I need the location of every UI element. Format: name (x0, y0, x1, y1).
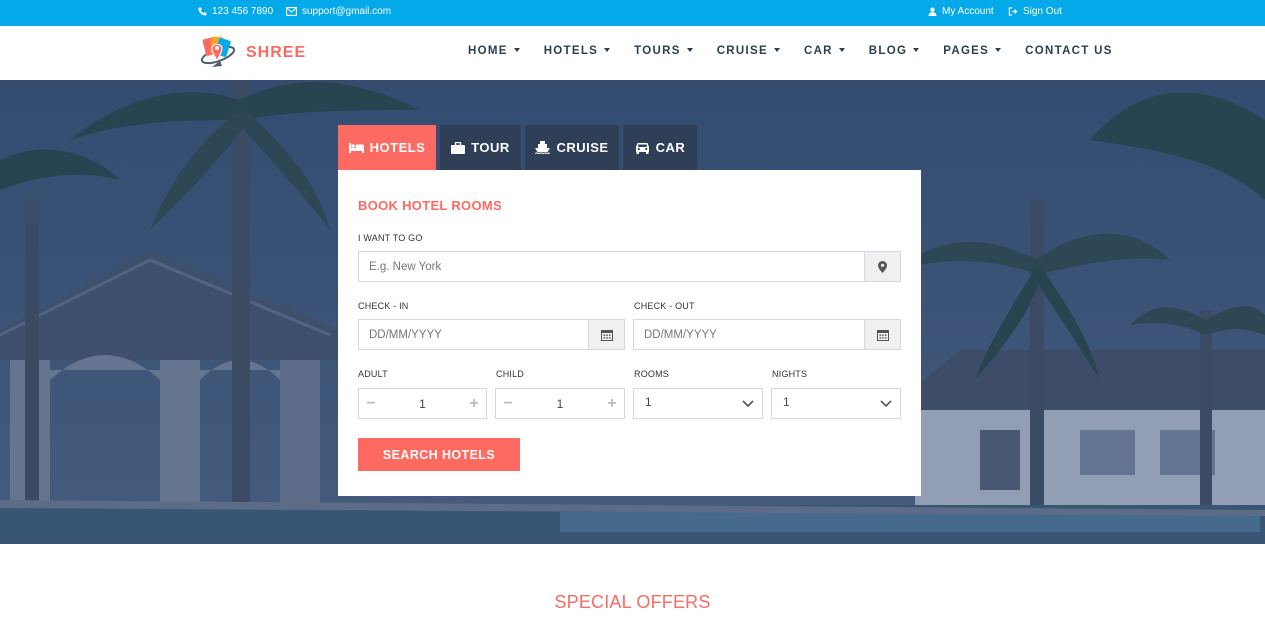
caret-down-icon (686, 48, 693, 52)
checkin-label: CHECK - IN (358, 301, 409, 311)
top-bar: 123 456 7890 support@gmail.com My Accoun… (0, 0, 1265, 26)
chevron-down-icon (880, 400, 892, 408)
nav-hotels-label: HOTELS (543, 45, 599, 57)
tab-hotels[interactable]: HOTELS (338, 125, 436, 178)
nav-car[interactable]: CAR (804, 45, 845, 57)
nights-label: NIGHTS (772, 369, 808, 379)
nav-home[interactable]: HOME (468, 45, 520, 57)
brand-logo-icon (200, 36, 236, 67)
site-header: SHREE HOME HOTELS TOURS CRUISE CAR BLOG … (0, 26, 1265, 80)
nav-tours-label: TOURS (634, 45, 681, 57)
child-stepper[interactable]: − 1 + (495, 388, 625, 419)
destination-placeholder: E.g. New York (369, 261, 442, 273)
caret-down-icon (513, 48, 520, 52)
checkin-input[interactable]: DD/MM/YYYY (358, 319, 625, 350)
tab-tour-label: TOUR (471, 140, 510, 155)
envelope-icon (286, 7, 297, 16)
caret-down-icon (913, 48, 920, 52)
user-icon (928, 7, 937, 16)
tab-tour[interactable]: TOUR (440, 125, 521, 170)
bed-icon (348, 143, 364, 153)
phone-number: 123 456 7890 (212, 6, 274, 17)
nav-car-label: CAR (803, 45, 833, 57)
car-icon (635, 142, 649, 154)
tab-cruise[interactable]: CRUISE (525, 125, 619, 170)
rooms-select[interactable]: 1 (633, 388, 763, 419)
child-label: CHILD (496, 369, 525, 379)
nav-blog[interactable]: BLOG (868, 45, 920, 57)
checkout-label: CHECK - OUT (634, 301, 695, 311)
form-title: BOOK HOTEL ROOMS (358, 198, 502, 213)
tab-hotels-label: HOTELS (369, 140, 426, 155)
calendar-icon[interactable] (588, 320, 624, 349)
nights-value: 1 (783, 395, 790, 409)
phone-icon (198, 7, 207, 16)
my-account-label: My Account (942, 6, 994, 17)
destination-input[interactable]: E.g. New York (358, 251, 901, 282)
sign-out-label: Sign Out (1023, 6, 1062, 17)
plus-icon[interactable]: + (600, 389, 624, 418)
destination-label: I WANT TO GO (358, 233, 423, 243)
nav-hotels[interactable]: HOTELS (543, 45, 611, 57)
chevron-down-icon (742, 400, 754, 408)
special-offers-heading: SPECIAL OFFERS (554, 592, 711, 612)
adult-label: ADULT (358, 369, 388, 379)
nav-pages-label: PAGES (943, 45, 990, 57)
tab-car-label: CAR (655, 140, 686, 155)
checkout-input[interactable]: DD/MM/YYYY (633, 319, 901, 350)
checkout-placeholder: DD/MM/YYYY (644, 329, 717, 341)
phone-contact[interactable]: 123 456 7890 (198, 6, 273, 17)
nav-tours[interactable]: TOURS (634, 45, 693, 57)
brand-name: SHREE (246, 44, 307, 61)
nav-cruise-label: CRUISE (716, 45, 768, 57)
rooms-label: ROOMS (634, 369, 670, 379)
checkin-placeholder: DD/MM/YYYY (369, 329, 442, 341)
nav-pages[interactable]: PAGES (943, 45, 1002, 57)
caret-down-icon (773, 48, 780, 52)
caret-down-icon (604, 48, 611, 52)
nights-select[interactable]: 1 (771, 388, 901, 419)
search-hotels-button[interactable]: SEARCH HOTELS (358, 438, 520, 471)
my-account-link[interactable]: My Account (928, 6, 994, 17)
hotel-search-form: BOOK HOTEL ROOMS I WANT TO GO E.g. New Y… (338, 170, 921, 496)
nav-cruise[interactable]: CRUISE (717, 45, 780, 57)
nav-contact[interactable]: CONTACT US (1025, 45, 1113, 57)
plus-icon[interactable]: + (462, 389, 486, 418)
nav-contact-label: CONTACT US (1025, 45, 1113, 57)
caret-down-icon (995, 48, 1002, 52)
rooms-value: 1 (645, 395, 652, 409)
main-nav: HOME HOTELS TOURS CRUISE CAR BLOG PAGES … (468, 45, 1113, 57)
email-address: support@gmail.com (302, 6, 392, 17)
caret-down-icon (838, 48, 845, 52)
sign-out-link[interactable]: Sign Out (1008, 6, 1062, 17)
adult-stepper[interactable]: − 1 + (358, 388, 487, 419)
tab-cruise-label: CRUISE (556, 140, 609, 155)
search-tabs: HOTELS TOUR CRUISE CAR (338, 125, 697, 178)
brand-logo[interactable]: SHREE (198, 34, 306, 72)
map-marker-icon[interactable] (864, 252, 900, 281)
nav-blog-label: BLOG (868, 45, 908, 57)
tab-car[interactable]: CAR (623, 125, 697, 170)
sign-out-icon (1008, 7, 1018, 16)
suitcase-icon (451, 141, 466, 154)
nav-home-label: HOME (468, 45, 508, 57)
ship-icon (535, 141, 551, 154)
email-contact[interactable]: support@gmail.com (286, 6, 391, 17)
calendar-icon[interactable] (864, 320, 900, 349)
